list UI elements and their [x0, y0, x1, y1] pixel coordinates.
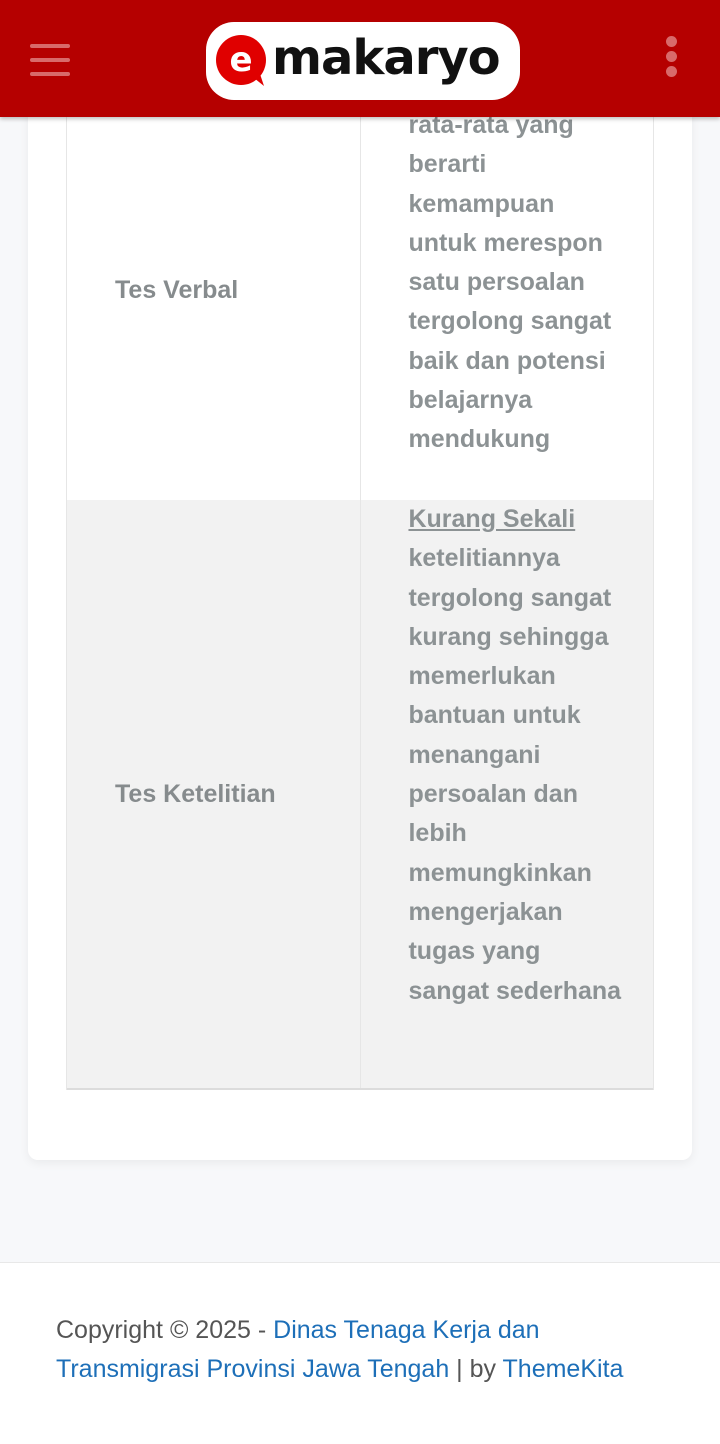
result-table: Tes Verbal rata-rata yang berarti kemamp… — [66, 80, 654, 1090]
hamburger-icon[interactable] — [28, 42, 74, 82]
test-description: rata-rata yang berarti kemampuan untuk m… — [408, 111, 612, 454]
theme-link[interactable]: ThemeKita — [503, 1355, 624, 1383]
emakaryo-logo[interactable]: e makaryo — [206, 22, 520, 100]
kebab-icon[interactable] — [660, 36, 684, 84]
level-link[interactable]: Kurang Sekali — [408, 505, 575, 533]
test-name-cell: Tes Verbal — [67, 80, 362, 500]
test-description: ketelitiannya tergolong sangat kurang se… — [408, 544, 622, 1005]
logo-text: makaryo — [272, 30, 501, 86]
table-row: Tes Verbal rata-rata yang berarti kemamp… — [67, 80, 653, 500]
logo-e-icon: e — [216, 35, 266, 86]
test-description-cell: Kurang Sekali ketelitiannya tergolong sa… — [361, 500, 653, 1088]
app-header: e makaryo — [0, 0, 720, 117]
test-description-cell: rata-rata yang berarti kemampuan untuk m… — [361, 80, 653, 500]
footer: Copyright © 2025 - Dinas Tenaga Kerja da… — [0, 1262, 720, 1444]
footer-copyright: Copyright © 2025 - Dinas Tenaga Kerja da… — [56, 1311, 656, 1389]
copyright-text: Copyright © 2025 - — [56, 1316, 274, 1344]
table-row: Tes Ketelitian Kurang Sekali ketelitiann… — [67, 500, 653, 1090]
svg-text:e: e — [229, 40, 252, 80]
test-name-cell: Tes Ketelitian — [67, 500, 362, 1088]
separator-text: | by — [449, 1355, 503, 1383]
